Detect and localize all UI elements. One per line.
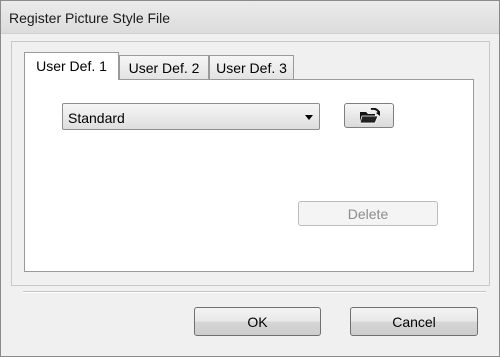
tab-user-def-1[interactable]: User Def. 1: [24, 52, 119, 80]
title-bar[interactable]: Register Picture Style File: [1, 1, 499, 34]
dropdown-arrow-icon: [305, 115, 313, 120]
open-folder-icon: [359, 108, 380, 124]
cancel-button[interactable]: Cancel: [350, 307, 478, 336]
tab-user-def-2[interactable]: User Def. 2: [119, 55, 209, 79]
open-picture-style-file-button[interactable]: [344, 103, 394, 128]
footer-divider: [23, 291, 486, 293]
delete-button[interactable]: Delete: [298, 201, 438, 226]
register-picture-style-dialog: Register Picture Style File User Def. 1 …: [0, 0, 500, 357]
tab-panel-user-def-1: Standard Delete: [24, 79, 474, 272]
tab-user-def-3[interactable]: User Def. 3: [209, 55, 294, 79]
picture-style-select-value: Standard: [68, 110, 125, 126]
window-title: Register Picture Style File: [9, 10, 171, 26]
picture-style-select[interactable]: Standard: [62, 103, 320, 130]
ok-button[interactable]: OK: [194, 307, 321, 336]
